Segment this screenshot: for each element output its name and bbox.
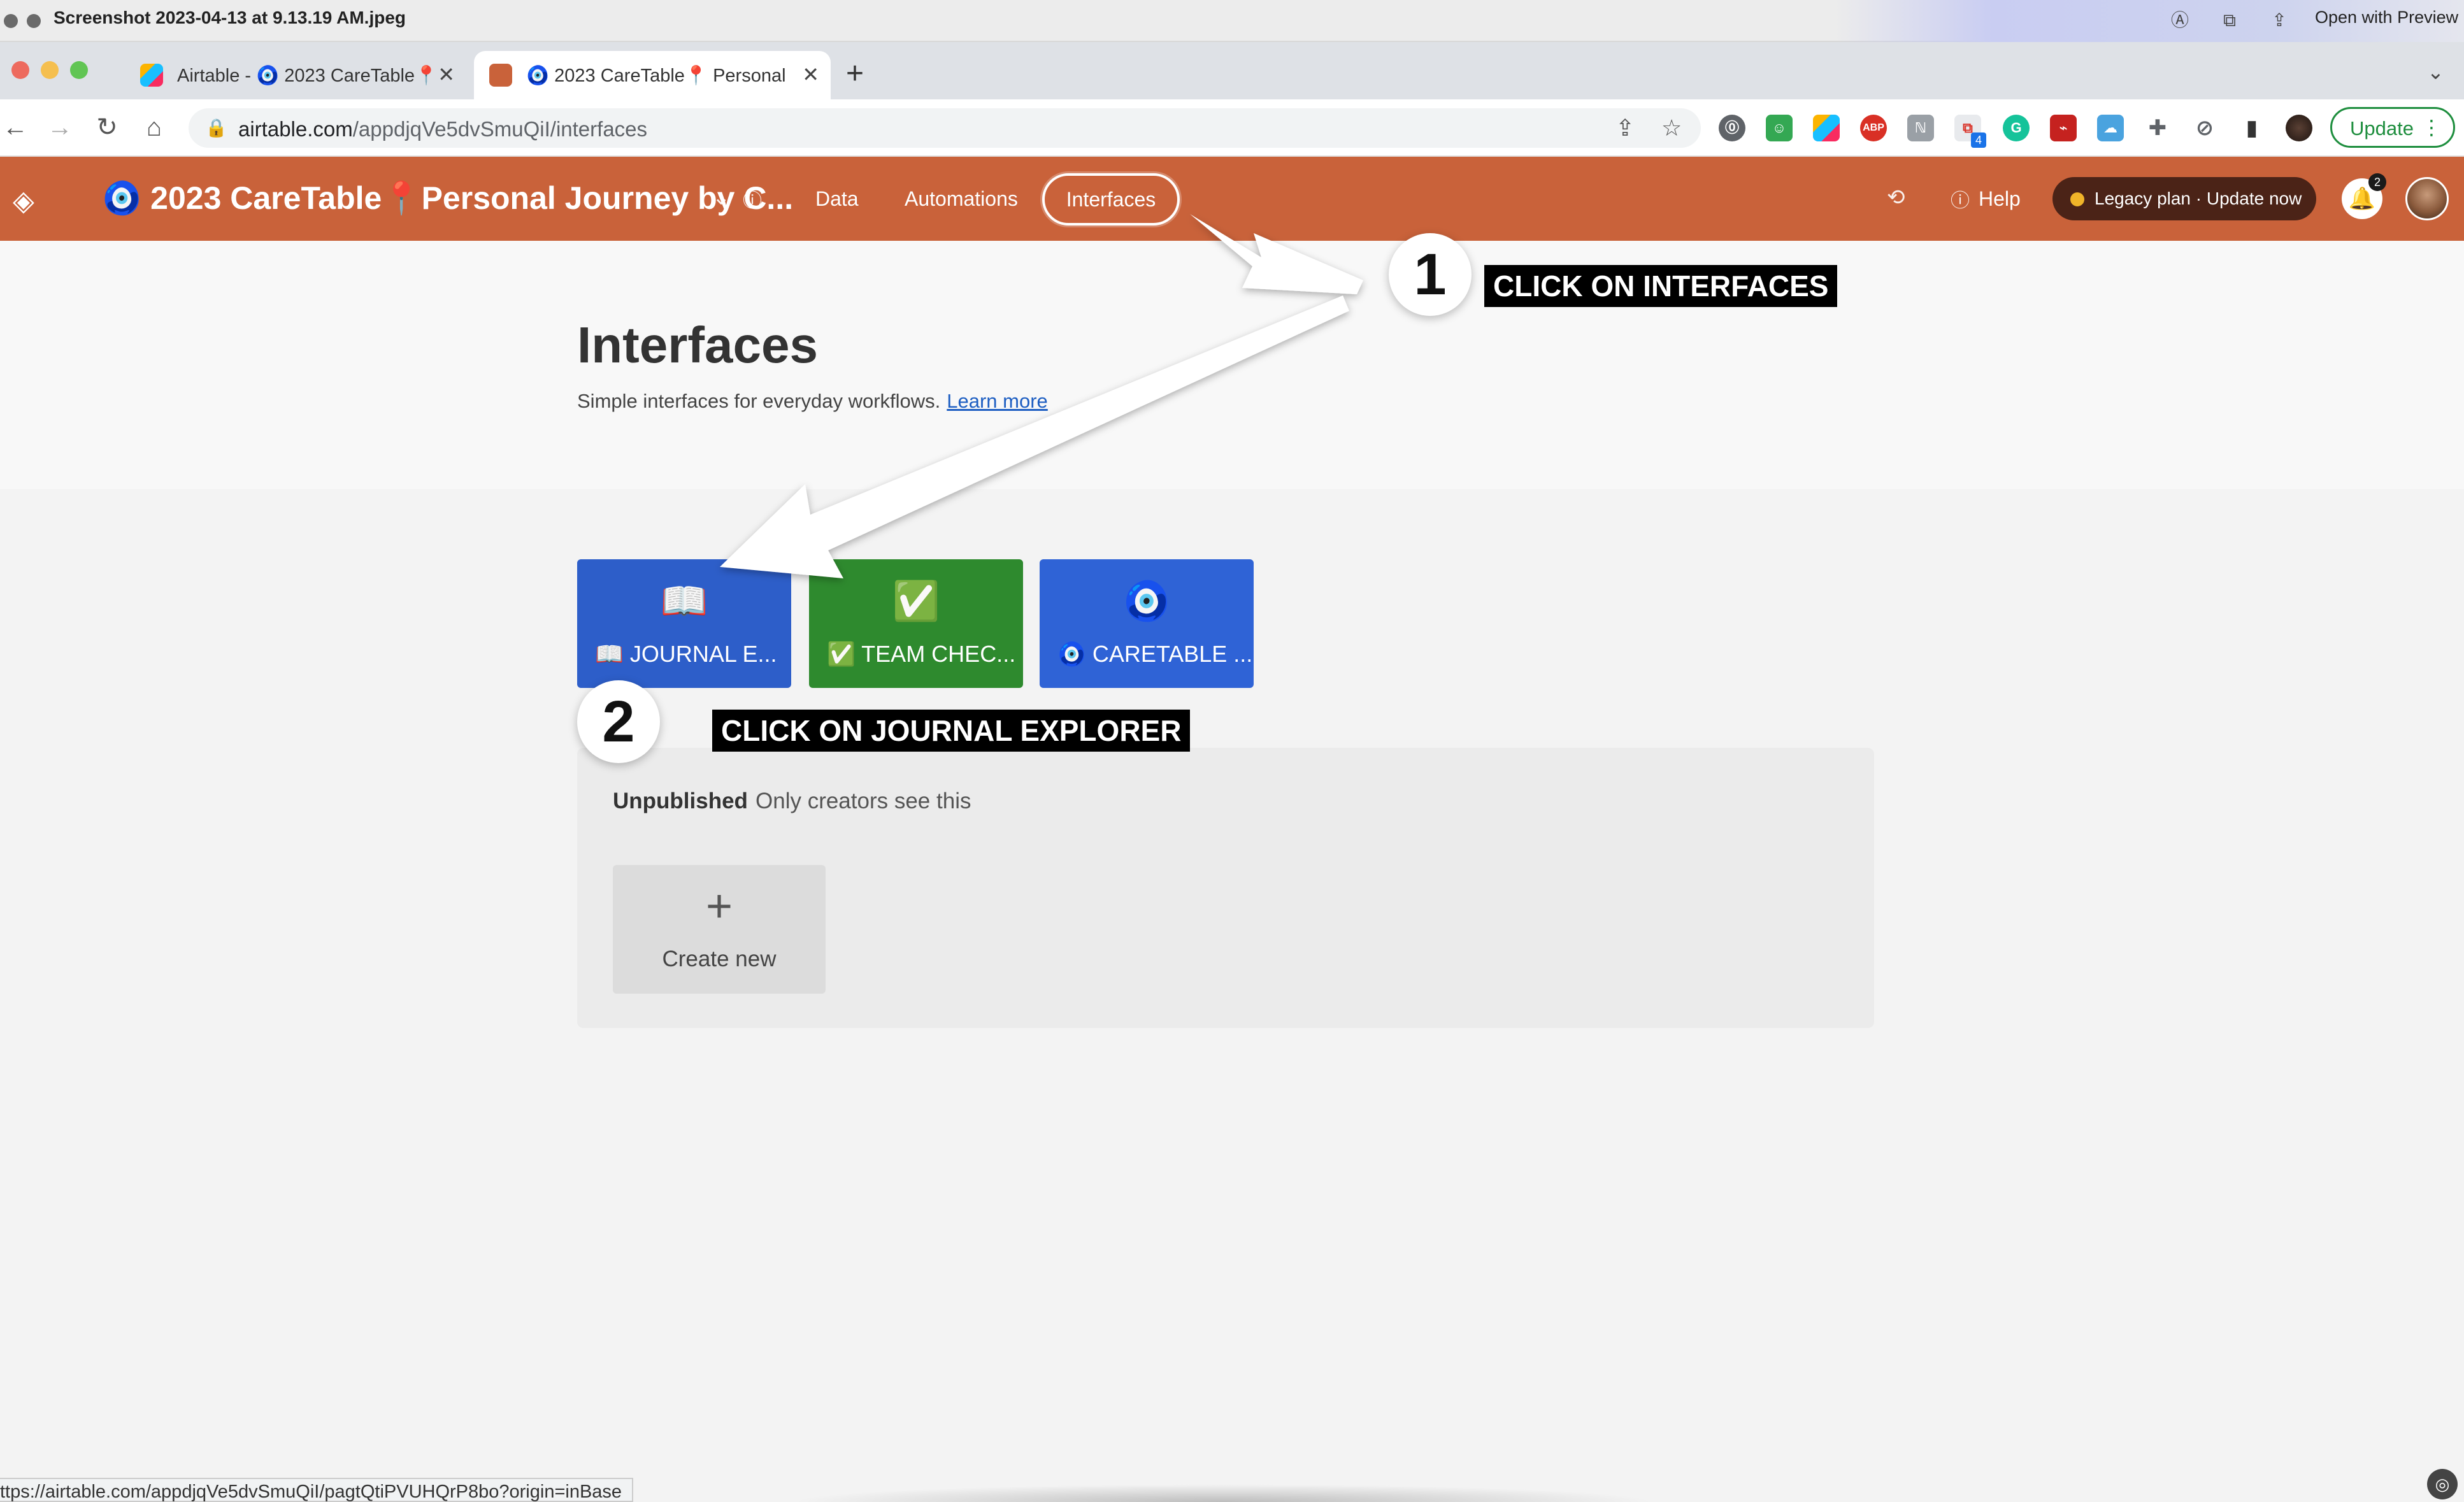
browser-tab-strip: Airtable - 🧿 2023 CareTable📍 ✕ 🧿 2023 Ca…: [0, 42, 2464, 99]
profile-avatar[interactable]: [2286, 115, 2312, 141]
markup-icon[interactable]: Ⓐ: [2168, 9, 2191, 32]
interface-card-team-check[interactable]: ✅ ✅ TEAM CHEC...: [809, 559, 1023, 688]
step-2-callout: CLICK ON JOURNAL EXPLORER: [712, 710, 1191, 752]
interface-card-caretable[interactable]: 🧿 🧿 CARETABLE ...: [1040, 559, 1254, 688]
info-icon[interactable]: ⓘ: [743, 185, 762, 213]
browser-tab[interactable]: Airtable - 🧿 2023 CareTable📍 ✕: [125, 51, 466, 99]
extension-pdf-icon[interactable]: ⌁: [2050, 115, 2077, 141]
forward-icon[interactable]: →: [45, 112, 75, 143]
page-title: Interfaces: [577, 317, 818, 373]
base-favicon-icon: [489, 64, 512, 87]
plus-icon: +: [705, 881, 733, 932]
unpublished-title: Unpublished: [613, 789, 748, 813]
nav-data[interactable]: Data: [815, 187, 859, 211]
feedback-icon[interactable]: ◎: [2427, 1469, 2458, 1499]
address-bar[interactable]: 🔒 airtable.com/appdjqVe5dvSmuQiI/interfa…: [189, 108, 1701, 148]
airtable-header: ◈ 🧿 2023 CareTable📍Personal Journey by C…: [0, 157, 2464, 241]
page-header-area: [0, 241, 2464, 489]
legacy-plan-button[interactable]: Legacy plan · Update now: [2052, 177, 2316, 220]
tab-close-icon[interactable]: ✕: [802, 62, 819, 87]
nav-automations[interactable]: Automations: [905, 187, 1018, 211]
step-2-marker: 2: [577, 680, 660, 763]
browser-tab-active[interactable]: 🧿 2023 CareTable📍 Personal ✕: [474, 51, 831, 99]
create-new-label: Create new: [662, 947, 777, 971]
base-name[interactable]: 🧿 2023 CareTable📍Personal Journey by C..…: [102, 180, 793, 217]
step-1-callout: CLICK ON INTERFACES: [1484, 265, 1838, 307]
address-url[interactable]: airtable.com/appdjqVe5dvSmuQiI/interface…: [238, 117, 647, 141]
extension-count-badge: 4: [1971, 132, 1986, 148]
airtable-favicon-icon: [140, 64, 163, 87]
bottom-shadow: [790, 1484, 1656, 1502]
nav-interfaces[interactable]: Interfaces: [1042, 173, 1180, 225]
extension-green-icon[interactable]: ☺: [1766, 115, 1793, 141]
lock-icon[interactable]: 🔒: [205, 117, 227, 138]
page-subtitle: Simple interfaces for everyday workflows…: [577, 390, 1048, 412]
create-new-button[interactable]: + Create new: [613, 865, 826, 994]
learn-more-link[interactable]: Learn more: [947, 390, 1048, 412]
chrome-update-button[interactable]: Update ⋮: [2330, 107, 2455, 148]
open-with-preview-button[interactable]: Open with Preview: [2315, 8, 2458, 27]
user-avatar[interactable]: [2405, 177, 2449, 220]
side-panel-icon[interactable]: ▮: [2238, 115, 2265, 141]
interface-card-journal-explorer[interactable]: 📖 📖 JOURNAL E...: [577, 559, 791, 688]
extension-adblock-icon[interactable]: ABP: [1860, 115, 1887, 141]
new-tab-icon[interactable]: +: [846, 56, 864, 91]
tab-search-chevron-icon[interactable]: ⌄: [2427, 60, 2444, 84]
notification-count-badge: 2: [2368, 173, 2386, 191]
chevron-down-icon[interactable]: ⌄: [712, 185, 731, 210]
extension-grammarly-icon[interactable]: G: [2003, 115, 2030, 141]
home-icon[interactable]: ⌂: [139, 112, 169, 143]
extensions-puzzle-icon[interactable]: ✚: [2144, 115, 2171, 141]
back-icon[interactable]: ←: [0, 112, 31, 143]
book-icon: 📖: [660, 580, 708, 622]
history-icon[interactable]: ⟲: [1887, 185, 1905, 210]
window-zoom-button[interactable]: [70, 61, 88, 79]
tab-title: Airtable - 🧿 2023 CareTable📍: [177, 66, 438, 86]
share-icon[interactable]: ⇪: [1615, 115, 1635, 141]
unpublished-note: Only creators see this: [756, 789, 971, 813]
rotate-icon[interactable]: ⧉: [2218, 9, 2241, 32]
plan-status-dot: [2070, 192, 2084, 206]
extension-gray-icon[interactable]: ℕ: [1907, 115, 1934, 141]
tab-title: 🧿 2023 CareTable📍 Personal: [526, 66, 786, 86]
tab-close-icon[interactable]: ✕: [438, 62, 455, 87]
reload-icon[interactable]: ↻: [92, 112, 122, 143]
checkmark-icon: ✅: [892, 580, 940, 622]
status-bar-url: ttps://airtable.com/appdjqVe5dvSmuQiI/pa…: [0, 1478, 634, 1502]
preview-title-bar: Screenshot 2023-04-13 at 9.13.19 AM.jpeg…: [0, 0, 2464, 42]
browser-toolbar: ← → ↻ ⌂ 🔒 airtable.com/appdjqVe5dvSmuQiI…: [0, 99, 2464, 157]
lock-icon: [27, 14, 41, 28]
airtable-logo-icon[interactable]: ◈: [13, 185, 34, 217]
unpublished-panel: Unpublished Only creators see this + Cre…: [577, 748, 1874, 1028]
interface-card-label: 🧿 CARETABLE ...: [1057, 641, 1253, 667]
window-close-button[interactable]: [11, 61, 29, 79]
preview-file-title: Screenshot 2023-04-13 at 9.13.19 AM.jpeg: [54, 8, 406, 27]
interface-card-label: ✅ TEAM CHEC...: [827, 641, 1016, 667]
extension-airtable-icon[interactable]: [1813, 115, 1840, 141]
help-icon[interactable]: ⓘ: [1951, 185, 1970, 213]
kebab-menu-icon: ⋮: [2421, 116, 2442, 139]
bookmark-star-icon[interactable]: ☆: [1661, 115, 1682, 141]
interface-card-label: 📖 JOURNAL E...: [595, 641, 777, 667]
step-1-marker: 1: [1389, 233, 1472, 316]
extension-circle-icon[interactable]: ⊘: [2191, 115, 2218, 141]
extension-cloud-icon[interactable]: ☁: [2097, 115, 2124, 141]
evil-eye-icon: 🧿: [1122, 580, 1171, 622]
share-icon[interactable]: ⇪: [2268, 9, 2291, 32]
extension-onepassword-icon[interactable]: ⓪: [1719, 115, 1745, 141]
close-icon[interactable]: [4, 14, 18, 28]
help-link[interactable]: Help: [1979, 187, 2021, 211]
window-minimize-button[interactable]: [41, 61, 59, 79]
